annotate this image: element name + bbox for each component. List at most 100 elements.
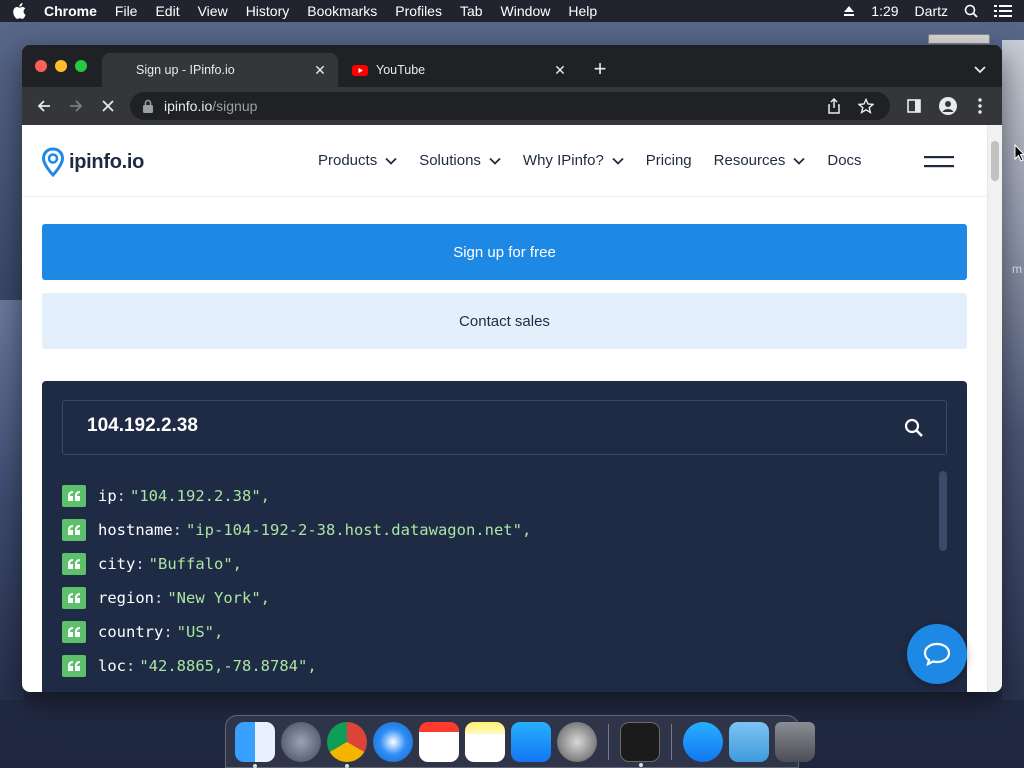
ip-input-value: 104.192.2.38	[87, 415, 198, 436]
nav-products[interactable]: Products	[318, 152, 397, 169]
ip-lookup-input[interactable]: 104.192.2.38	[62, 400, 947, 455]
tab-strip: Sign up - IPinfo.io ✕ YouTube ✕ +	[22, 45, 1002, 87]
side-panel-button[interactable]	[904, 96, 924, 116]
menu-view[interactable]: View	[198, 3, 228, 19]
json-row-country: country: "US",	[62, 615, 922, 649]
menu-app-name[interactable]: Chrome	[44, 3, 97, 19]
menu-help[interactable]: Help	[568, 3, 597, 19]
tab-search-chevron-icon[interactable]	[972, 61, 988, 77]
contact-sales-button[interactable]: Contact sales	[42, 293, 967, 349]
window-minimize-button[interactable]	[55, 60, 67, 72]
back-button[interactable]	[34, 96, 54, 116]
downloads-folder-icon[interactable]	[729, 721, 769, 762]
calendar-icon[interactable]	[419, 721, 459, 762]
notes-icon[interactable]	[465, 721, 505, 762]
ipinfo-favicon-icon	[112, 62, 128, 78]
app-store-icon[interactable]	[511, 721, 551, 762]
json-scrollbar[interactable]	[939, 471, 947, 551]
quote-icon	[62, 519, 86, 541]
more-vertical-icon	[978, 98, 982, 114]
ip-lookup-demo-panel: 104.192.2.38 ip: "104.192.2.38", hostname…	[42, 381, 967, 692]
eject-icon[interactable]	[843, 5, 855, 17]
menu-history[interactable]: History	[246, 3, 290, 19]
forward-button[interactable]	[66, 96, 86, 116]
search-icon[interactable]	[904, 418, 924, 438]
address-host: ipinfo.io	[164, 98, 213, 114]
tab-close-icon[interactable]: ✕	[312, 62, 328, 78]
control-center-icon[interactable]	[994, 4, 1012, 18]
system-preferences-icon[interactable]	[557, 721, 597, 762]
window-zoom-button[interactable]	[75, 60, 87, 72]
running-indicator	[345, 763, 349, 768]
terminal-icon[interactable]	[620, 721, 660, 767]
desktop-wallpaper-right	[1002, 40, 1024, 700]
json-key: city	[98, 555, 136, 573]
menu-bookmarks[interactable]: Bookmarks	[307, 3, 377, 19]
nav-resources[interactable]: Resources	[714, 152, 806, 169]
nav-pricing[interactable]: Pricing	[646, 152, 692, 169]
share-icon[interactable]	[826, 98, 842, 114]
close-icon	[102, 100, 114, 112]
menu-edit[interactable]: Edit	[155, 3, 179, 19]
chrome-window: Sign up - IPinfo.io ✕ YouTube ✕ + ipinfo…	[22, 45, 1002, 692]
nav-label: Pricing	[645, 152, 692, 169]
side-panel-icon	[907, 99, 921, 113]
desktop-edge-label: m	[1012, 262, 1022, 276]
ipinfo-logo[interactable]: ipinfo.io	[41, 147, 144, 177]
nav-label: Why IPinfo?	[522, 152, 604, 169]
logo-text: ipinfo.io	[69, 150, 145, 173]
lock-icon[interactable]	[142, 99, 154, 113]
hamburger-menu-icon[interactable]	[924, 156, 954, 168]
chat-bubble-icon	[923, 642, 951, 666]
page-scrollbar-track[interactable]	[987, 125, 1002, 692]
profile-button[interactable]	[938, 96, 958, 116]
chevron-down-icon	[385, 157, 397, 165]
site-nav: Products Solutions Why IPinfo? Pricing R…	[318, 152, 884, 169]
menu-profiles[interactable]: Profiles	[395, 3, 442, 19]
chrome-icon[interactable]	[327, 721, 367, 768]
nav-label: Docs	[827, 152, 862, 169]
menu-tab[interactable]: Tab	[460, 3, 483, 19]
chrome-menu-button[interactable]	[970, 96, 990, 116]
quote-icon	[62, 485, 86, 507]
nav-solutions[interactable]: Solutions	[419, 152, 501, 169]
nav-docs[interactable]: Docs	[827, 152, 861, 169]
trash-icon[interactable]	[775, 721, 815, 762]
json-row-loc: loc: "42.8865,-78.8784",	[62, 649, 922, 683]
address-path: /signup	[212, 98, 258, 114]
safari-icon[interactable]	[373, 721, 413, 762]
tab-youtube[interactable]: YouTube ✕	[342, 53, 578, 87]
menubar-clock[interactable]: 1:29	[871, 3, 898, 19]
chat-support-button[interactable]	[907, 624, 967, 684]
quote-icon	[62, 587, 86, 609]
address-bar[interactable]: ipinfo.io/signup	[130, 92, 890, 120]
chevron-down-icon	[489, 157, 501, 165]
nav-label: Resources	[713, 152, 786, 169]
chevron-down-icon	[612, 157, 624, 165]
spotlight-search-icon[interactable]	[964, 4, 978, 18]
desktop-drive-icon[interactable]	[928, 34, 990, 44]
menu-file[interactable]: File	[115, 3, 138, 19]
sign-up-free-button[interactable]: Sign up for free	[42, 224, 967, 280]
finder-icon[interactable]	[235, 721, 275, 768]
menubar-user[interactable]: Dartz	[915, 3, 948, 19]
stop-loading-button[interactable]	[98, 96, 118, 116]
tab-close-icon[interactable]: ✕	[552, 62, 568, 78]
apple-icon[interactable]	[12, 3, 26, 19]
page-viewport: ipinfo.io Products Solutions Why IPinfo?…	[22, 125, 1002, 692]
nav-why-ipinfo[interactable]: Why IPinfo?	[523, 152, 624, 169]
tab-ipinfo-signup[interactable]: Sign up - IPinfo.io ✕	[102, 53, 338, 87]
launchpad-icon[interactable]	[281, 721, 321, 762]
macos-dock	[225, 715, 815, 768]
window-close-button[interactable]	[35, 60, 47, 72]
menu-window[interactable]: Window	[501, 3, 551, 19]
applications-folder-icon[interactable]	[683, 721, 723, 762]
site-header: ipinfo.io Products Solutions Why IPinfo?…	[22, 125, 987, 197]
json-value: "ip-104-192-2-38.host.datawagon.net",	[186, 521, 532, 539]
json-row-ip: ip: "104.192.2.38",	[62, 479, 922, 513]
new-tab-button[interactable]: +	[590, 58, 610, 80]
arrow-left-icon	[37, 100, 50, 112]
bookmark-star-icon[interactable]	[858, 98, 874, 114]
page-scrollbar-thumb[interactable]	[991, 141, 999, 181]
json-value: "42.8865,-78.8784",	[139, 657, 317, 675]
